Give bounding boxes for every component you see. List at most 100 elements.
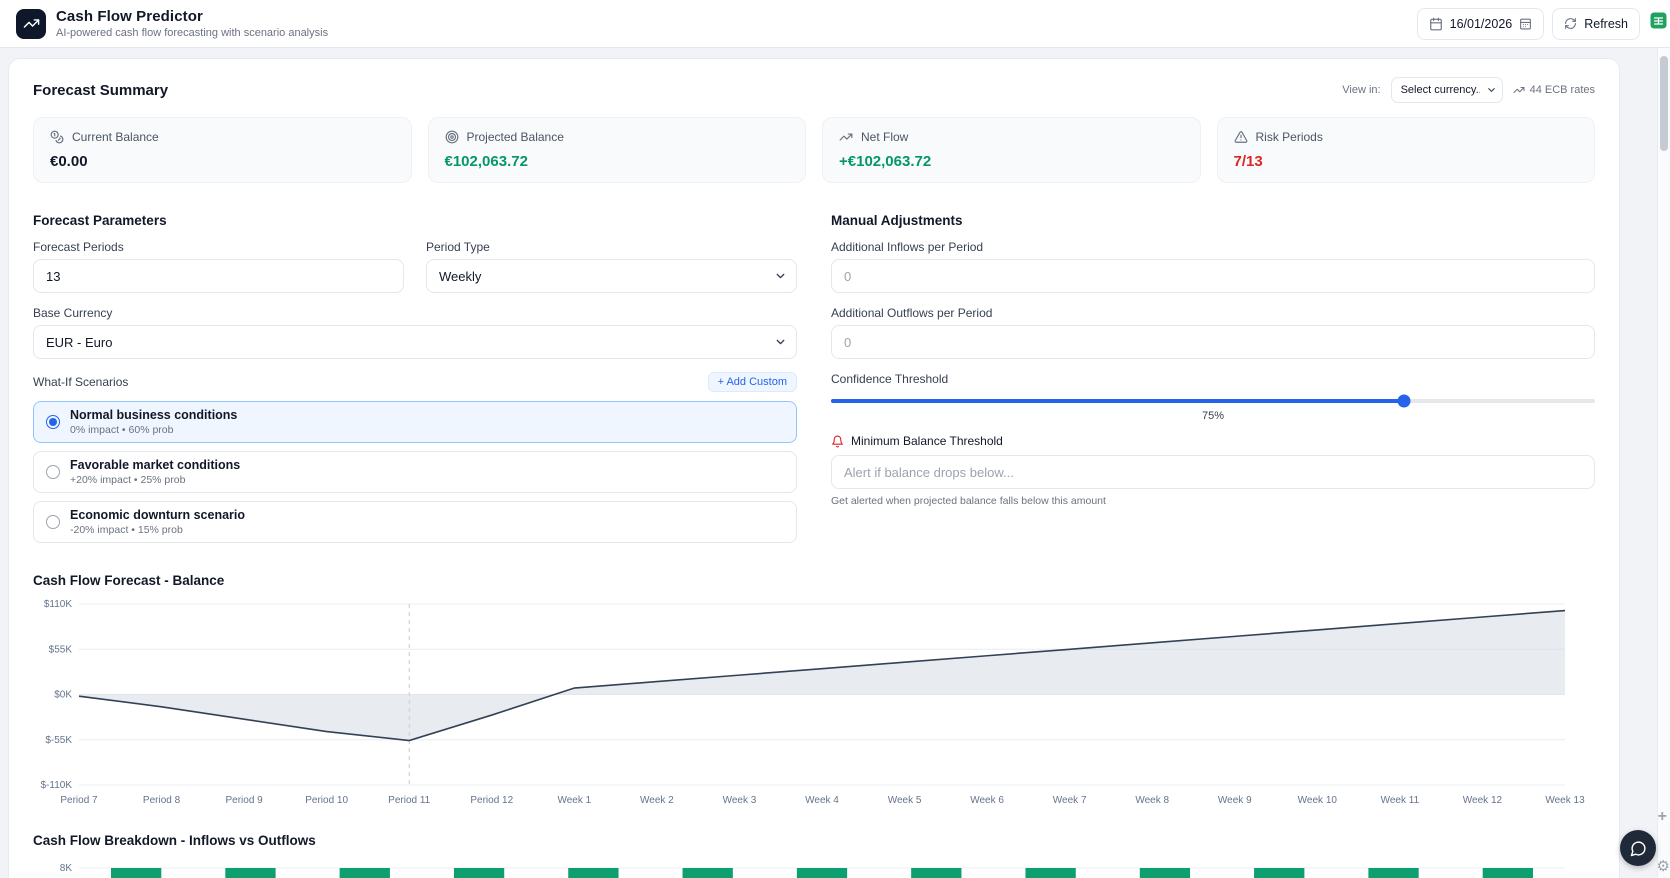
scrollbar-thumb[interactable] [1660,56,1668,151]
target-icon [445,130,458,144]
app-logo [16,8,46,39]
svg-text:Period 10: Period 10 [305,795,348,806]
forecast-parameters-section: Forecast Parameters Forecast Periods Per… [33,213,797,551]
svg-text:Period 8: Period 8 [143,795,181,806]
period-type-select[interactable]: Weekly [426,259,797,293]
additional-inflows-input[interactable] [831,259,1595,293]
balance-chart-title: Cash Flow Forecast - Balance [33,573,225,588]
svg-text:Week 4: Week 4 [805,795,839,806]
stat-label: Projected Balance [466,130,564,144]
radio-selected-icon[interactable] [46,415,60,429]
scenario-option-downturn[interactable]: Economic downturn scenario -20% impact •… [33,501,797,543]
svg-text:Week 6: Week 6 [970,795,1004,806]
confidence-slider[interactable] [831,394,1595,408]
scenario-name: Normal business conditions [70,408,238,422]
svg-text:Week 3: Week 3 [723,795,757,806]
forecast-parameters-title: Forecast Parameters [33,213,167,228]
bell-icon [832,435,843,447]
svg-text:Week 10: Week 10 [1298,795,1338,806]
scenario-detail: 0% impact • 60% prob [70,424,174,436]
min-balance-help: Get alerted when projected balance falls… [831,495,1106,507]
plus-icon[interactable]: + [1658,808,1667,826]
trending-up-icon [839,133,853,141]
radio-unselected-icon[interactable] [46,515,60,529]
svg-text:Period 7: Period 7 [60,795,98,806]
svg-text:Week 5: Week 5 [888,795,922,806]
svg-text:Week 11: Week 11 [1381,795,1420,806]
chat-bubble-icon [1630,840,1646,856]
confidence-threshold-label: Confidence Threshold [831,372,949,386]
stats-grid: Current Balance €0.00 Projected Balance … [33,117,1595,183]
app-header: Cash Flow Predictor AI-powered cash flow… [0,0,1670,48]
manual-adjustments-title: Manual Adjustments [831,213,963,228]
svg-text:Week 1: Week 1 [557,795,591,806]
svg-text:$55K: $55K [49,644,73,655]
additional-outflows-label: Additional Outflows per Period [831,306,993,320]
refresh-button[interactable]: Refresh [1552,7,1640,40]
main-card: Forecast Summary View in: Select currenc… [8,58,1620,878]
stat-risk-periods: Risk Periods 7/13 [1216,117,1595,183]
gear-icon[interactable]: ⚙ [1657,857,1670,875]
svg-text:Period 12: Period 12 [470,795,513,806]
additional-outflows-input[interactable] [831,325,1595,359]
trending-up-icon [1513,87,1525,93]
header-brand: Cash Flow Predictor AI-powered cash flow… [16,8,328,39]
date-value: 16/01/2026 [1449,16,1513,31]
svg-text:Week 8: Week 8 [1135,795,1169,806]
svg-text:Week 7: Week 7 [1053,795,1087,806]
breakdown-chart-section: Cash Flow Breakdown - Inflows vs Outflow… [33,833,1595,878]
refresh-icon [1565,18,1577,29]
period-type-label: Period Type [426,240,490,254]
confidence-slider-thumb[interactable] [1397,394,1411,408]
stat-label: Risk Periods [1255,130,1323,144]
scenario-name: Economic downturn scenario [70,508,246,522]
spreadsheet-extension-icon[interactable] [1650,12,1667,29]
svg-text:$-55K: $-55K [45,735,72,746]
stat-value: 7/13 [1233,153,1263,170]
date-picker-button[interactable]: 16/01/2026 [1416,7,1545,40]
confidence-slider-fill [831,399,1404,403]
scenario-detail: +20% impact • 25% prob [70,474,186,486]
stat-value: €0.00 [50,153,88,170]
stat-label: Net Flow [861,130,909,144]
coins-icon [50,130,64,144]
scenario-option-favorable[interactable]: Favorable market conditions +20% impact … [33,451,797,493]
scenario-name: Favorable market conditions [70,458,241,472]
chat-fab-button[interactable] [1620,830,1656,866]
scrollbar[interactable] [1657,48,1670,878]
svg-text:$110K: $110K [44,599,73,610]
breakdown-chart-title: Cash Flow Breakdown - Inflows vs Outflow… [33,833,316,848]
svg-text:Week 2: Week 2 [640,795,674,806]
page-subtitle: AI-powered cash flow forecasting with sc… [56,27,329,39]
additional-inflows-label: Additional Inflows per Period [831,240,984,254]
forecast-summary-title: Forecast Summary [33,81,169,99]
trending-up-icon [23,19,39,28]
radio-unselected-icon[interactable] [46,465,60,479]
base-currency-select[interactable]: EUR - Euro [33,325,797,359]
min-balance-label: Minimum Balance Threshold [851,434,1003,448]
stat-net-flow: Net Flow +€102,063.72 [822,117,1201,183]
calendar-icon [1429,17,1442,30]
ecb-rates-label: 44 ECB rates [1529,84,1595,96]
scenario-detail: -20% impact • 15% prob [70,524,183,536]
stat-value: +€102,063.72 [839,153,932,170]
add-custom-scenario-button[interactable]: + Add Custom [707,372,797,392]
forecast-periods-input[interactable] [33,259,404,293]
stat-current-balance: Current Balance €0.00 [33,117,412,183]
forecast-periods-label: Forecast Periods [33,240,124,254]
page-title: Cash Flow Predictor [56,8,203,25]
currency-view-select[interactable]: Select currency... [1390,77,1503,103]
confidence-value: 75% [1201,410,1225,422]
svg-text:Period 11: Period 11 [388,795,431,806]
scenario-option-normal[interactable]: Normal business conditions 0% impact • 6… [33,401,797,443]
balance-area-chart: $110K $55K $0K $-55K $-110K Period 7 Period 8 P… [40,599,1585,806]
refresh-label: Refresh [1584,16,1628,31]
svg-text:8K: 8K [60,863,73,874]
svg-text:$-110K: $-110K [40,780,72,791]
manual-adjustments-section: Manual Adjustments Additional Inflows pe… [831,213,1595,551]
base-currency-label: Base Currency [33,306,113,320]
balance-chart-section: Cash Flow Forecast - Balance $110K $55K $0… [33,573,1595,811]
svg-text:Week 9: Week 9 [1218,795,1252,806]
min-balance-input[interactable] [831,455,1595,489]
page-body: Forecast Summary View in: Select currenc… [0,48,1670,878]
